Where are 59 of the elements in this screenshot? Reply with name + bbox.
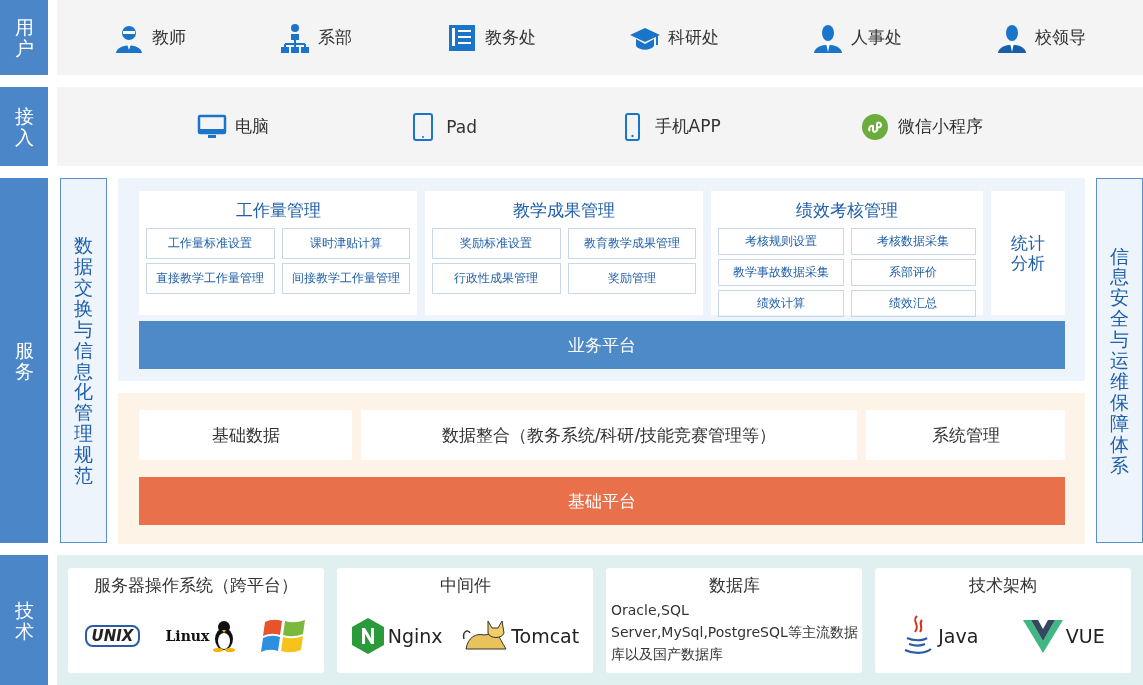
user-role: 系部 (318, 26, 353, 49)
cat-icon (462, 619, 509, 653)
base-module: 数据整合（教务系统/科研/技能竞赛管理等） (361, 410, 857, 460)
function-item: 奖励管理 (567, 263, 696, 294)
stats-card: 统计分析 (991, 191, 1065, 315)
module-title: 工作量管理 (235, 199, 321, 222)
user-role: 校领导 (1034, 26, 1086, 49)
function-item: 系部评价 (850, 259, 976, 286)
platform-bar: 基础平台 (139, 477, 1065, 525)
card-title: 技术架构 (969, 574, 1037, 597)
access-channel: 微信小程序 (898, 115, 984, 138)
book-icon (446, 22, 477, 53)
person-icon (813, 22, 844, 53)
section-label: 用户 (0, 0, 48, 75)
vue-logo-icon (1022, 619, 1063, 653)
org-chart-icon (280, 22, 311, 53)
function-item: 直接教学工作量管理 (146, 263, 275, 294)
side-banner: 信息安全与运维保障体系 (1096, 178, 1143, 543)
base-module: 基础数据 (139, 410, 352, 460)
side-banner: 数据交换与信息化管理规范 (60, 178, 107, 543)
card-title: 服务器操作系统（跨平台） (94, 574, 298, 597)
function-item: 奖励标准设置 (432, 228, 561, 259)
base-module: 系统管理 (866, 410, 1065, 460)
card-title: 中间件 (439, 574, 491, 597)
card-description: Oracle,SQL Server,MySql,PostgreSQL等主流数据 库以及国产数据库 (610, 601, 858, 664)
logo-text: Tomcat (511, 625, 580, 647)
penguin-icon (212, 620, 237, 652)
access-channel: Pad (446, 116, 477, 137)
card-title: 数据库 (708, 574, 760, 597)
platform-bar: 业务平台 (139, 321, 1065, 369)
person-icon (996, 22, 1027, 53)
function-item: 考核数据采集 (850, 228, 976, 255)
user-role: 科研处 (668, 26, 720, 49)
access-channel: 手机APP (654, 115, 721, 138)
module-title: 绩效考核管理 (796, 199, 898, 222)
module-title: 教学成果管理 (513, 199, 615, 222)
section-label: 技术 (0, 555, 48, 685)
linux-logo: Linux (165, 628, 210, 644)
function-item: 教育教学成果管理 (567, 228, 696, 259)
unix-logo: UNIX (84, 625, 141, 647)
logo-text: Java (938, 625, 979, 647)
hexagon-icon (350, 617, 385, 655)
user-role: 人事处 (851, 26, 903, 49)
user-role: 教务处 (484, 26, 536, 49)
function-item: 间接教学工作量管理 (281, 263, 410, 294)
section-label: 服务 (0, 178, 48, 543)
function-item: 工作量标准设置 (146, 228, 275, 259)
logo-text: VUE (1065, 625, 1105, 647)
access-channel: 电脑 (234, 115, 269, 138)
function-item: 行政性成果管理 (432, 263, 561, 294)
section-label: 接入 (0, 87, 48, 166)
function-item: 绩效汇总 (850, 290, 976, 317)
user-role: 教师 (152, 26, 187, 49)
mini-program-icon (860, 111, 891, 142)
function-item: 考核规则设置 (718, 228, 844, 255)
function-item: 课时津贴计算 (281, 228, 410, 259)
logo-text: Nginx (387, 625, 443, 647)
function-item: 绩效计算 (718, 290, 844, 317)
function-item: 教学事故数据采集 (718, 259, 844, 286)
